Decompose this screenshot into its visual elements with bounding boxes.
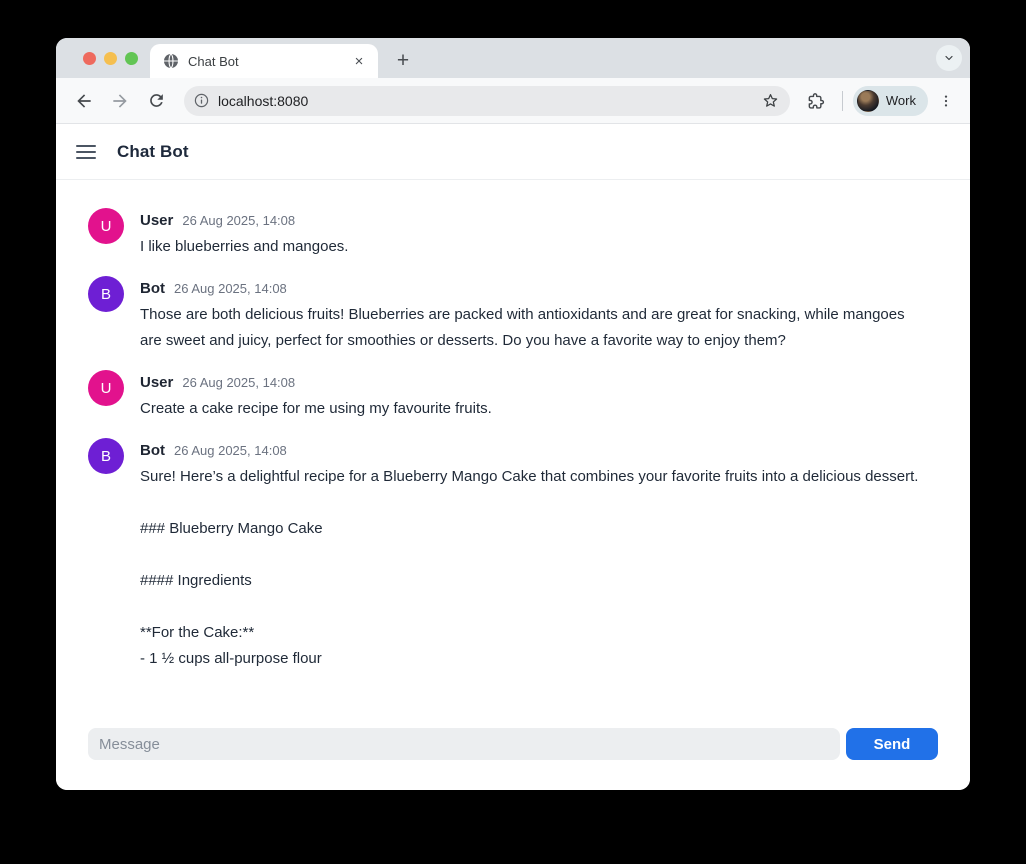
- tab-title: Chat Bot: [188, 54, 341, 69]
- message-text: Sure! Here’s a delightful recipe for a B…: [140, 464, 928, 672]
- composer-bar: Send: [56, 728, 970, 790]
- site-info-icon[interactable]: [193, 92, 210, 109]
- url-text[interactable]: localhost:8080: [218, 93, 753, 109]
- message-text: Those are both delicious fruits! Blueber…: [140, 302, 928, 354]
- message-author: Bot: [140, 276, 165, 302]
- close-tab-icon[interactable]: ×: [350, 52, 368, 70]
- toolbar-divider: [842, 91, 843, 111]
- message-timestamp: 26 Aug 2025, 14:08: [182, 208, 295, 234]
- message-text: I like blueberries and mangoes.: [140, 234, 928, 260]
- browser-toolbar: localhost:8080 Work: [56, 78, 970, 124]
- app-header: Chat Bot: [56, 124, 970, 180]
- browser-menu-button[interactable]: [932, 85, 960, 117]
- browser-tab[interactable]: Chat Bot ×: [150, 44, 378, 78]
- chevron-down-icon: [943, 52, 955, 64]
- back-button[interactable]: [68, 85, 100, 117]
- tab-strip: Chat Bot × +: [56, 38, 970, 78]
- message-timestamp: 26 Aug 2025, 14:08: [174, 438, 287, 464]
- profile-avatar: [857, 90, 879, 112]
- bookmark-star-icon[interactable]: [761, 91, 780, 110]
- menu-dots-icon: [938, 93, 954, 109]
- tab-search-button[interactable]: [936, 45, 962, 71]
- chat-message: B Bot 26 Aug 2025, 14:08 Those are both …: [88, 276, 928, 354]
- forward-button[interactable]: [104, 85, 136, 117]
- extensions-puzzle-icon: [806, 91, 826, 111]
- message-author: Bot: [140, 438, 165, 464]
- reload-icon: [147, 91, 166, 110]
- message-author: User: [140, 208, 173, 234]
- avatar: U: [88, 208, 124, 244]
- app-title: Chat Bot: [117, 142, 189, 162]
- chat-message: U User 26 Aug 2025, 14:08 I like blueber…: [88, 208, 928, 260]
- message-list: U User 26 Aug 2025, 14:08 I like blueber…: [56, 180, 970, 728]
- back-arrow-icon: [74, 91, 94, 111]
- send-button[interactable]: Send: [846, 728, 938, 760]
- avatar: U: [88, 370, 124, 406]
- avatar: B: [88, 438, 124, 474]
- traffic-lights: [83, 52, 138, 65]
- reload-button[interactable]: [140, 85, 172, 117]
- message-timestamp: 26 Aug 2025, 14:08: [174, 276, 287, 302]
- chat-message: B Bot 26 Aug 2025, 14:08 Sure! Here’s a …: [88, 438, 928, 672]
- profile-name: Work: [886, 93, 916, 108]
- browser-window: Chat Bot × +: [56, 38, 970, 790]
- extensions-button[interactable]: [800, 85, 832, 117]
- hamburger-menu-icon[interactable]: [76, 145, 96, 159]
- avatar: B: [88, 276, 124, 312]
- forward-arrow-icon: [110, 91, 130, 111]
- new-tab-button[interactable]: +: [390, 48, 416, 74]
- minimize-window-button[interactable]: [104, 52, 117, 65]
- close-window-button[interactable]: [83, 52, 96, 65]
- chat-message: U User 26 Aug 2025, 14:08 Create a cake …: [88, 370, 928, 422]
- message-author: User: [140, 370, 173, 396]
- message-text: Create a cake recipe for me using my fav…: [140, 396, 928, 422]
- globe-favicon-icon: [163, 53, 179, 69]
- address-bar[interactable]: localhost:8080: [184, 86, 790, 116]
- maximize-window-button[interactable]: [125, 52, 138, 65]
- profile-button[interactable]: Work: [853, 86, 928, 116]
- page-content: Chat Bot U User 26 Aug 2025, 14:08 I lik…: [56, 124, 970, 790]
- message-timestamp: 26 Aug 2025, 14:08: [182, 370, 295, 396]
- message-input[interactable]: [88, 728, 840, 760]
